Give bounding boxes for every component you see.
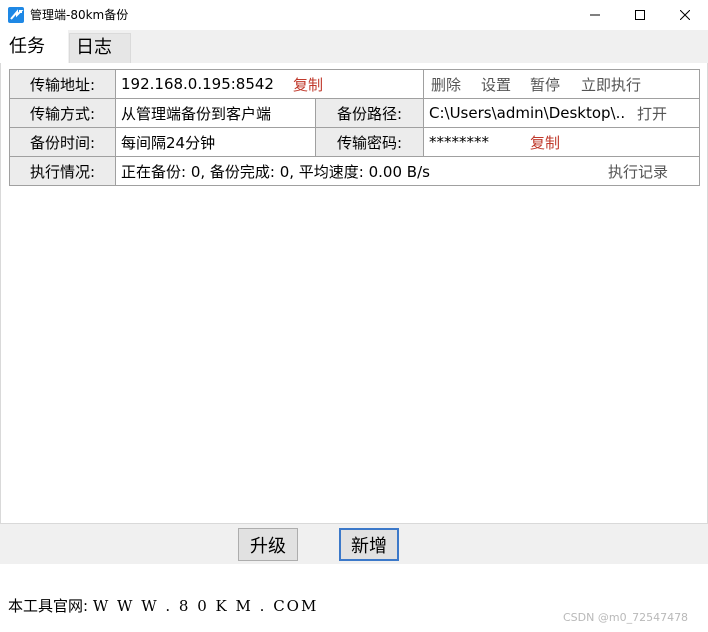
address-value: 192.168.0.195:8542 (121, 75, 274, 93)
pause-link[interactable]: 暂停 (530, 70, 560, 98)
actions-cell: 删除 设置 暂停 立即执行 (423, 69, 700, 99)
maximize-button[interactable] (617, 0, 663, 30)
copy-address-link[interactable]: 复制 (293, 70, 323, 98)
address-label: 传输地址: (9, 69, 116, 99)
password-value: ******** (429, 133, 489, 151)
table-row: 传输方式: 从管理端备份到客户端 备份路径: C:\Users\admin\De… (9, 98, 700, 128)
upgrade-button[interactable]: 升级 (238, 528, 298, 561)
path-value: C:\Users\admin\Desktop\... (429, 104, 625, 122)
delete-link[interactable]: 删除 (431, 70, 461, 98)
status-label: 执行情况: (9, 156, 116, 186)
table-row: 执行情况: 正在备份: 0, 备份完成: 0, 平均速度: 0.00 B/s 执… (9, 156, 700, 186)
table-row: 备份时间: 每间隔24分钟 传输密码: ******** 复制 (9, 127, 700, 157)
watermark-text: CSDN @m0_72547478 (563, 611, 689, 624)
time-label: 备份时间: (9, 127, 116, 157)
password-label: 传输密码: (315, 127, 424, 157)
app-arrow-icon (8, 7, 24, 23)
maximize-icon (635, 10, 645, 20)
minimize-button[interactable] (572, 0, 618, 30)
tab-logs[interactable]: 日志 (69, 33, 131, 63)
footer-text: 本工具官网: W W W . 8 0 K M . COM (8, 596, 318, 616)
tab-tasks[interactable]: 任务 (0, 30, 68, 63)
close-button[interactable] (662, 0, 708, 30)
title-bar: 管理端-80km备份 (0, 0, 708, 30)
mode-value: 从管理端备份到客户端 (115, 98, 316, 128)
open-folder-link[interactable]: 打开 (637, 99, 667, 127)
path-cell: C:\Users\admin\Desktop\... 打开 (423, 98, 700, 128)
add-button[interactable]: 新增 (339, 528, 399, 561)
history-link[interactable]: 执行记录 (608, 157, 668, 185)
mode-label: 传输方式: (9, 98, 116, 128)
status-cell: 正在备份: 0, 备份完成: 0, 平均速度: 0.00 B/s 执行记录 (115, 156, 700, 186)
site-url-link[interactable]: W W W . 8 0 K M . COM (93, 597, 319, 615)
run-now-link[interactable]: 立即执行 (581, 70, 641, 98)
time-value: 每间隔24分钟 (115, 127, 316, 157)
site-label: 本工具官网: (8, 597, 89, 615)
settings-link[interactable]: 设置 (481, 70, 511, 98)
path-label: 备份路径: (315, 98, 424, 128)
status-value: 正在备份: 0, 备份完成: 0, 平均速度: 0.00 B/s (121, 162, 430, 181)
close-icon (680, 10, 690, 20)
window-title: 管理端-80km备份 (30, 8, 129, 22)
minimize-icon (590, 14, 600, 16)
address-cell: 192.168.0.195:8542 复制 (115, 69, 424, 99)
table-row: 传输地址: 192.168.0.195:8542 复制 删除 设置 暂停 立即执… (9, 69, 700, 99)
task-table: 传输地址: 192.168.0.195:8542 复制 删除 设置 暂停 立即执… (9, 69, 700, 189)
copy-password-link[interactable]: 复制 (530, 128, 560, 156)
password-cell: ******** 复制 (423, 127, 700, 157)
